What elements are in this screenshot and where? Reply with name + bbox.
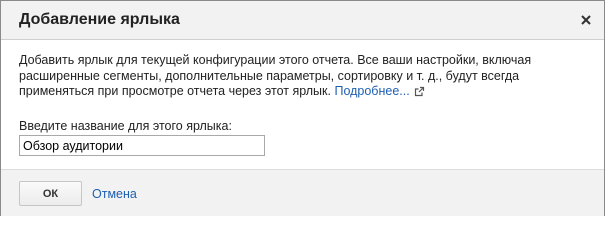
cancel-link[interactable]: Отмена	[92, 187, 137, 201]
close-icon	[581, 15, 591, 25]
shortcut-name-label: Введите название для этого ярлыка:	[19, 119, 232, 133]
add-shortcut-dialog: Добавление ярлыка Добавить ярлык для тек…	[0, 0, 605, 216]
description-text: Добавить ярлык для текущей конфигурации …	[19, 53, 532, 98]
learn-more-link[interactable]: Подробнее...	[334, 84, 424, 98]
dialog-title: Добавление ярлыка	[19, 11, 180, 28]
dialog-header: Добавление ярлыка	[1, 1, 604, 40]
ok-button[interactable]: ОК	[19, 181, 82, 206]
shortcut-name-input[interactable]	[19, 135, 265, 156]
close-button[interactable]	[576, 10, 596, 30]
dialog-footer: ОК Отмена	[1, 169, 604, 216]
learn-more-label: Подробнее...	[334, 84, 410, 98]
dialog-body: Добавить ярлык для текущей конфигурации …	[19, 53, 589, 100]
external-link-icon	[414, 86, 424, 97]
dialog-description: Добавить ярлык для текущей конфигурации …	[19, 53, 589, 100]
